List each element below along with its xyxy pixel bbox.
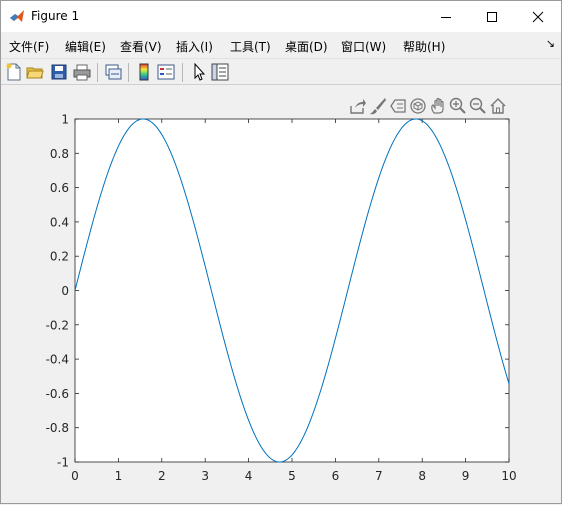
- toolbar-separator: [128, 63, 129, 82]
- menu-window[interactable]: 窗口(W): [341, 38, 386, 55]
- menu-overflow-icon[interactable]: ↘: [546, 37, 555, 50]
- menu-desktop[interactable]: 桌面(D): [285, 38, 328, 55]
- menu-view[interactable]: 查看(V): [120, 38, 162, 55]
- title-bar[interactable]: Figure 1: [1, 1, 561, 32]
- menu-edit[interactable]: 编辑(E): [65, 38, 106, 55]
- export-icon[interactable]: [349, 97, 367, 115]
- colorbar-icon[interactable]: [135, 63, 153, 81]
- rotate-3d-icon[interactable]: [409, 97, 427, 115]
- link-plot-icon[interactable]: [104, 63, 122, 81]
- menu-file[interactable]: 文件(F): [9, 38, 49, 55]
- pointer-icon[interactable]: [190, 63, 208, 81]
- new-figure-icon[interactable]: [5, 63, 23, 81]
- close-button[interactable]: [515, 1, 561, 32]
- figure-toolbar: [1, 58, 561, 85]
- maximize-button[interactable]: [469, 1, 515, 32]
- property-inspector-icon[interactable]: [211, 63, 229, 81]
- zoom-out-icon[interactable]: [469, 97, 487, 115]
- data-tips-icon[interactable]: [389, 97, 407, 115]
- minimize-button[interactable]: [423, 1, 469, 32]
- zoom-in-icon[interactable]: [449, 97, 467, 115]
- toolbar-separator: [182, 63, 183, 82]
- pan-icon[interactable]: [429, 97, 447, 115]
- figure-canvas: [1, 85, 561, 503]
- legend-icon[interactable]: [157, 63, 175, 81]
- menu-bar: 文件(F) 编辑(E) 查看(V) 插入(I) 工具(T) 桌面(D) 窗口(W…: [1, 32, 561, 58]
- home-icon[interactable]: [489, 97, 507, 115]
- menu-tools[interactable]: 工具(T): [230, 38, 271, 55]
- brush-icon[interactable]: [369, 97, 387, 115]
- print-icon[interactable]: [73, 63, 91, 81]
- minimize-icon: [441, 16, 451, 18]
- window-title: Figure 1: [31, 9, 80, 23]
- toolbar-separator: [97, 63, 98, 82]
- maximize-icon: [487, 11, 497, 22]
- menu-help[interactable]: 帮助(H): [403, 38, 445, 55]
- menu-insert[interactable]: 插入(I): [176, 38, 213, 55]
- open-file-icon[interactable]: [26, 63, 44, 81]
- save-icon[interactable]: [50, 63, 68, 81]
- matlab-logo-icon: [9, 8, 25, 24]
- figure-window: Figure 1 文件(F) 编辑(E) 查看(V) 插入(I) 工具(T) 桌…: [0, 0, 562, 504]
- close-icon: [532, 11, 544, 22]
